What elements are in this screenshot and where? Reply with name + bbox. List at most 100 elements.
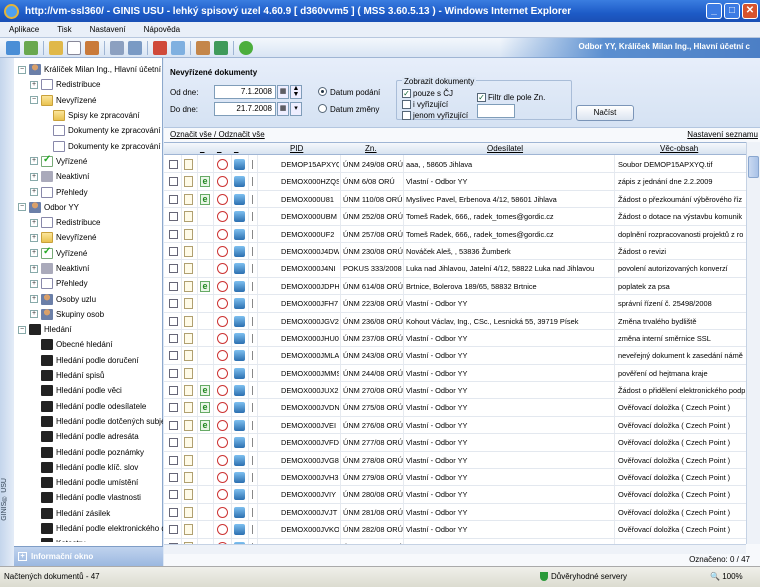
menu-2[interactable]: Tisk	[57, 25, 71, 34]
expand-icon[interactable]: +	[30, 172, 38, 181]
tree-item[interactable]: − Nevyřízené	[14, 93, 163, 108]
table-row[interactable]: DEMOX000JVJT ÚNM 281/08 ORÚ Vlastní - Odbo…	[164, 504, 760, 522]
tree-item[interactable]: Hledání podle poznámky	[14, 444, 163, 459]
row-checkbox[interactable]	[169, 281, 178, 291]
column-zn[interactable]: Zn.	[365, 144, 377, 153]
row-checkbox[interactable]	[169, 525, 178, 535]
tree-item[interactable]: Hledání podle věci	[14, 383, 163, 398]
column-odesilatel[interactable]: Odesílatel	[487, 144, 523, 153]
collapse-icon[interactable]: −	[18, 325, 26, 334]
table-row[interactable]: e DEMOX000JVDN ÚNM 275/08 ORÚ Vlastní - Odb…	[164, 399, 760, 417]
row-checkbox[interactable]	[169, 194, 178, 204]
row-checkbox[interactable]	[169, 316, 178, 326]
row-checkbox[interactable]	[169, 455, 178, 465]
calendar-from-icon[interactable]: ▦	[277, 85, 289, 99]
row-checkbox[interactable]	[169, 420, 178, 430]
row-checkbox[interactable]	[169, 507, 178, 517]
table-row[interactable]: DEMOX000JVFD ÚNM 277/08 ORÚ Vlastní - Odbo…	[164, 434, 760, 452]
expand-icon[interactable]: +	[30, 310, 38, 319]
table-row[interactable]: DEMOX000J4DW ÚNM 230/08 ORÚ Nováček Aleš, …	[164, 243, 760, 261]
radio-datum-podani[interactable]	[318, 87, 327, 96]
expand-icon[interactable]: +	[30, 188, 38, 197]
menu-3[interactable]: Nastavení	[90, 25, 126, 34]
table-row[interactable]: e DEMOX000JVEI ÚNM 276/08 ORÚ Vlastní - Odb…	[164, 417, 760, 435]
row-checkbox[interactable]	[169, 473, 178, 483]
tree-item[interactable]: Hledání podle umístění	[14, 475, 163, 490]
tree-item[interactable]: Hledání podle doručení	[14, 353, 163, 368]
tree-item[interactable]: + Přehledy	[14, 184, 163, 199]
close-button[interactable]: ✕	[742, 3, 758, 19]
maximize-button[interactable]: □	[724, 3, 740, 19]
tree-item[interactable]: Hledání zásilek	[14, 506, 163, 521]
row-checkbox[interactable]	[169, 229, 178, 239]
expand-icon[interactable]: +	[30, 264, 38, 273]
vertical-scrollbar[interactable]	[746, 142, 760, 544]
table-row[interactable]: DEMOX000J4NI POKUS 333/2008 Luka nad Jihla…	[164, 260, 760, 278]
row-checkbox[interactable]	[169, 333, 178, 343]
row-checkbox[interactable]	[169, 490, 178, 500]
tree-item[interactable]: Hledání podle vlastnosti	[14, 490, 163, 505]
table-row[interactable]: e DEMOX000HZQS ÚNM 6/08 ORÚ Vlastní - Odbor…	[164, 173, 760, 191]
signature-icon[interactable]	[153, 40, 167, 55]
list-settings-link[interactable]: Nastavení seznamu	[687, 130, 758, 139]
table-row[interactable]: DEMOX000JFH7 ÚNM 223/08 ORÚ Vlastní - Odbo…	[164, 295, 760, 313]
table-row[interactable]: DEMOP15APXYQ ÚNM 249/08 ORÚ aaa, , 58605 J…	[164, 156, 760, 174]
row-checkbox[interactable]	[169, 177, 178, 187]
spin-down-icon[interactable]: ▾	[290, 102, 302, 116]
table-row[interactable]: e DEMOX000U81 ÚNM 110/08 ORÚ Myslivec Pavel…	[164, 191, 760, 209]
menu-1[interactable]: Aplikace	[9, 25, 39, 34]
select-all-link[interactable]: Označit vše / Odznačit vše	[170, 130, 265, 139]
print-icon[interactable]	[110, 40, 124, 55]
table-row[interactable]: DEMOX000JGV2 ÚNM 236/08 ORÚ Kohout Václav,…	[164, 313, 760, 330]
row-checkbox[interactable]	[169, 438, 178, 448]
table-row[interactable]: DEMOX000JVIY ÚNM 280/08 ORÚ Vlastní - Odbo…	[164, 486, 760, 504]
horizontal-scrollbar[interactable]	[164, 544, 746, 554]
tree-item[interactable]: Hledání spisů	[14, 368, 163, 383]
info-icon[interactable]	[239, 40, 253, 55]
tree-item[interactable]: + Redistribuce	[14, 77, 163, 92]
refresh-icon[interactable]	[24, 40, 38, 55]
table-row[interactable]: DEMOX000JVKO ÚNM 282/08 ORÚ Vlastní - Odbo…	[164, 521, 760, 539]
expand-icon[interactable]: +	[30, 233, 38, 242]
table-row[interactable]: DEMOX000UBM ÚNM 252/08 ORÚ Tomeš Radek, 66…	[164, 208, 760, 226]
table-row[interactable]: e DEMOX000JUX2 ÚNM 270/08 ORÚ Vlastní - Odb…	[164, 382, 760, 400]
load-button[interactable]: Načíst	[576, 105, 634, 121]
tree-item[interactable]: − Králíček Milan Ing., Hlavní účetní c	[14, 62, 163, 77]
row-checkbox[interactable]	[169, 351, 178, 361]
table-row[interactable]: DEMOX000UF2 ÚNM 257/08 ORÚ Tomeš Radek, 66…	[164, 226, 760, 243]
tree-item[interactable]: Spisy ke zpracování	[14, 108, 163, 123]
checkbox-pouze-cj[interactable]: ✓	[402, 89, 411, 98]
checkbox-jenom-vyrizujici[interactable]	[402, 111, 411, 120]
spin-up-icon[interactable]: ▲ ▼	[290, 85, 302, 99]
folder-icon[interactable]	[49, 40, 63, 55]
row-checkbox[interactable]	[169, 212, 178, 222]
tree-item[interactable]: Obecné hledání	[14, 337, 163, 352]
tree-item[interactable]: + Redistribuce	[14, 215, 163, 230]
expand-icon[interactable]: +	[30, 218, 38, 227]
row-checkbox[interactable]	[169, 246, 178, 256]
tree-item[interactable]: Katastry	[14, 536, 163, 542]
tree-item[interactable]: + Přehledy	[14, 276, 163, 291]
collapse-icon[interactable]: −	[18, 203, 26, 212]
checkbox-filtr-zn[interactable]: ✓	[477, 93, 486, 102]
expand-icon[interactable]: +	[30, 249, 38, 258]
send-icon[interactable]	[128, 40, 142, 55]
table-row[interactable]: DEMOX000JVG8 ÚNM 278/08 ORÚ Vlastní - Odbo…	[164, 452, 760, 470]
tree-item[interactable]: + Skupiny osob	[14, 307, 163, 322]
tree-item[interactable]: − Hledání	[14, 322, 163, 337]
calendar-to-icon[interactable]: ▦	[277, 102, 289, 116]
table-row[interactable]: DEMOX000JHU0 ÚNM 237/08 ORÚ Vlastní - Odbo…	[164, 330, 760, 348]
expand-icon[interactable]: +	[30, 279, 38, 288]
row-checkbox[interactable]	[169, 403, 178, 413]
checkbox-vyrizujici[interactable]	[402, 100, 411, 109]
date-to-input[interactable]: 21.7.2008	[214, 102, 276, 116]
tree-item[interactable]: − Odbor YY	[14, 200, 163, 215]
row-checkbox[interactable]	[169, 264, 178, 274]
column-pid[interactable]: PID	[290, 144, 303, 153]
scroll-thumb[interactable]	[748, 156, 759, 178]
edit-icon[interactable]	[85, 40, 99, 55]
tree-item[interactable]: + Neaktivní	[14, 169, 163, 184]
tree-item[interactable]: + Nevyřízené	[14, 230, 163, 245]
tree-item[interactable]: Hledání podle elektronického do	[14, 521, 163, 536]
tree-item[interactable]: Dokumenty ke zpracování	[14, 123, 163, 138]
